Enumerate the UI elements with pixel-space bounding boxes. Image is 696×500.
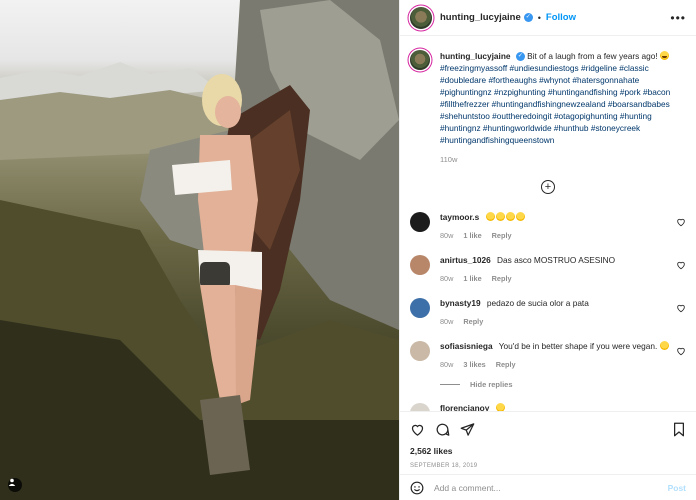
- post-actions: 2,562 likes SEPTEMBER 18, 2019: [400, 411, 696, 474]
- caption-text: Bit of a laugh from a few years ago!: [527, 51, 658, 61]
- comment-item: bynasty19 pedazo de sucia olor a pata 80…: [410, 298, 686, 327]
- comment-age: 80w: [440, 317, 454, 326]
- post-header: hunting_lucyjaine ✓ • Follow •••: [400, 0, 696, 36]
- crying-emoji-icon: [659, 341, 669, 350]
- like-heart-icon[interactable]: [410, 422, 425, 437]
- comment-item: anirtus_1026 Das asco MOSTRUO ASESINO 80…: [410, 255, 686, 284]
- comment-username[interactable]: taymoor.s: [440, 212, 479, 222]
- separator-dot: •: [537, 12, 541, 23]
- like-comment-heart-icon[interactable]: [676, 346, 686, 356]
- comment-username[interactable]: bynasty19: [440, 298, 481, 308]
- verified-badge-icon: ✓: [515, 52, 525, 62]
- load-more-comments[interactable]: +: [410, 180, 686, 194]
- comment-username[interactable]: anirtus_1026: [440, 255, 491, 265]
- caption-avatar[interactable]: [410, 50, 430, 70]
- comment-avatar[interactable]: [410, 255, 430, 275]
- crying-emoji-icon: [485, 212, 526, 222]
- comment-item: taymoor.s 80w 1 like Reply: [410, 212, 686, 241]
- post-caption: hunting_lucyjaine ✓ Bit of a laugh from …: [410, 50, 686, 166]
- laughing-emoji-icon: [660, 51, 669, 60]
- post-photo[interactable]: [0, 0, 399, 500]
- caption-username[interactable]: hunting_lucyjaine: [440, 51, 511, 61]
- reply-button[interactable]: Reply: [496, 359, 516, 370]
- like-comment-heart-icon[interactable]: [676, 217, 686, 227]
- reply-button[interactable]: Reply: [492, 273, 512, 284]
- comment-age: 80w: [440, 274, 454, 283]
- comment-likes[interactable]: 1 like: [463, 230, 481, 241]
- comment-username[interactable]: sofiasisniega: [440, 341, 493, 351]
- comment-avatar[interactable]: [410, 212, 430, 232]
- comment-bubble-icon[interactable]: [435, 422, 450, 437]
- follow-button[interactable]: Follow: [546, 12, 576, 23]
- comment-age: 80w: [440, 360, 454, 369]
- post-comment-button[interactable]: Post: [668, 483, 686, 493]
- caption-age: 110w: [440, 155, 458, 164]
- user-icon: [8, 478, 16, 486]
- crying-emoji-icon: [495, 403, 505, 411]
- hide-replies-toggle[interactable]: Hide replies: [440, 380, 686, 389]
- reply-button[interactable]: Reply: [492, 230, 512, 241]
- plus-circle-icon[interactable]: +: [541, 180, 555, 194]
- instagram-post: hunting_lucyjaine ✓ • Follow ••• hunting…: [0, 0, 696, 500]
- comment-text: Das asco MOSTRUO ASESINO: [497, 255, 616, 265]
- reply-button[interactable]: Reply: [463, 316, 483, 327]
- user-tag-button[interactable]: [8, 478, 22, 492]
- comment-age: 80w: [440, 231, 454, 240]
- comment-username[interactable]: florencianoy: [440, 403, 489, 411]
- comment-text: You'd be in better shape if you were veg…: [498, 341, 658, 351]
- comment-item: florencianoy: [410, 403, 686, 411]
- comment-input[interactable]: Add a comment...: [434, 483, 668, 493]
- hide-replies-label[interactable]: Hide replies: [470, 380, 513, 389]
- comment-likes[interactable]: 1 like: [463, 273, 481, 284]
- post-side-panel: hunting_lucyjaine ✓ • Follow ••• hunting…: [399, 0, 696, 500]
- verified-badge-icon: ✓: [523, 13, 533, 22]
- share-paper-plane-icon[interactable]: [460, 422, 475, 437]
- comment-likes[interactable]: 3 likes: [463, 359, 485, 370]
- post-date: SEPTEMBER 18, 2019: [410, 463, 478, 469]
- author-username[interactable]: hunting_lucyjaine: [440, 12, 521, 23]
- comment-item: sofiasisniega You'd be in better shape i…: [410, 341, 686, 370]
- save-bookmark-icon[interactable]: [672, 422, 686, 437]
- comment-avatar[interactable]: [410, 403, 430, 411]
- comment-avatar[interactable]: [410, 298, 430, 318]
- add-comment-bar: Add a comment... Post: [400, 474, 696, 500]
- author-avatar[interactable]: [410, 6, 432, 29]
- comments-list[interactable]: hunting_lucyjaine ✓ Bit of a laugh from …: [400, 36, 696, 411]
- likes-count[interactable]: 2,562 likes: [410, 446, 686, 456]
- comment-text: pedazo de sucia olor a pata: [486, 298, 589, 308]
- photo-scene: [0, 0, 399, 500]
- like-comment-heart-icon[interactable]: [676, 303, 686, 313]
- more-options-icon[interactable]: •••: [670, 11, 686, 25]
- replies-divider-line: [440, 384, 460, 385]
- comment-avatar[interactable]: [410, 341, 430, 361]
- caption-hashtags[interactable]: #freezingmyassoff #undiesundiestogs #rid…: [440, 63, 670, 145]
- emoji-smiley-icon[interactable]: [410, 481, 424, 495]
- like-comment-heart-icon[interactable]: [676, 260, 686, 270]
